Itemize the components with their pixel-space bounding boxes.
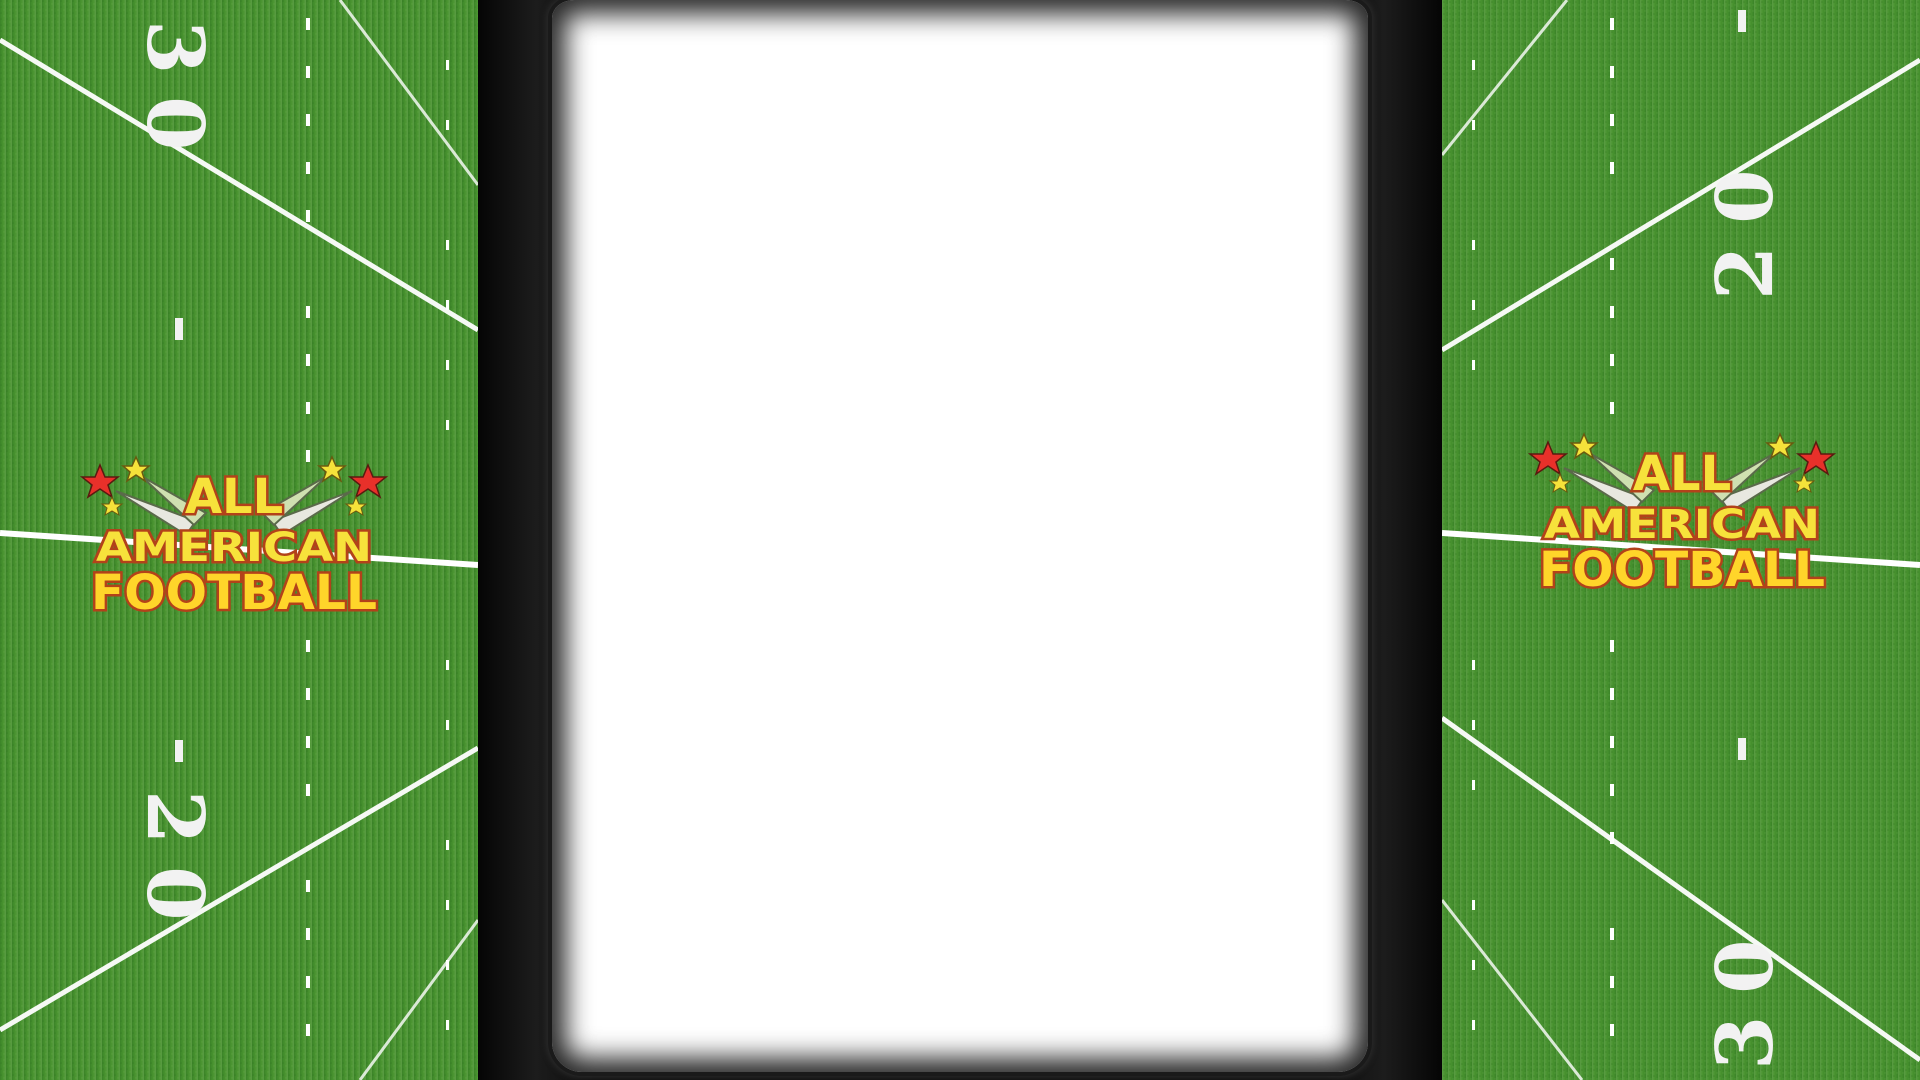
left-yard-number-bottom: 20 bbox=[129, 790, 220, 943]
logo-text-all: ALL bbox=[1633, 446, 1731, 502]
logo-text-football: FOOTBALL bbox=[91, 565, 377, 621]
game-logo-right: ALL AMERICAN FOOTBALL bbox=[1527, 428, 1837, 604]
left-yard-number-top: 30 bbox=[129, 20, 220, 173]
right-yard-number-bottom: 30 bbox=[1700, 917, 1791, 1070]
game-logo-left: ALL AMERICAN FOOTBALL bbox=[79, 451, 389, 627]
game-screen-area bbox=[552, 0, 1368, 1072]
right-yard-number-top: 20 bbox=[1700, 147, 1791, 300]
logo-text-football: FOOTBALL bbox=[1539, 542, 1825, 598]
game-bezel-artwork: 30 20 20 30 ALL AMERICAN FOOTBALL ALL AM… bbox=[0, 0, 1920, 1080]
logo-text-all: ALL bbox=[185, 469, 283, 525]
